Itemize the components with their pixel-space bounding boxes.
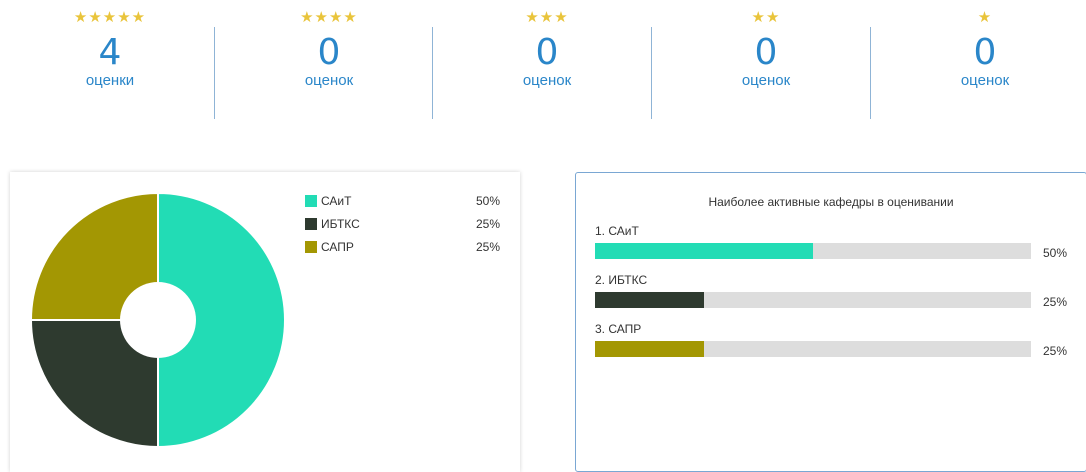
progress-fill	[595, 243, 813, 259]
bar-label: 2. ИБТКС	[595, 273, 648, 287]
legend-swatch	[305, 195, 317, 207]
bar-label: 3. САПР	[595, 322, 642, 336]
five-stars-icon: ★★★★★	[73, 9, 147, 26]
bar-label: 1. САиТ	[595, 224, 639, 238]
four-stars-icon: ★★★★	[300, 9, 358, 26]
divider	[651, 27, 652, 119]
rating-2-stars: ★★ 0 оценок	[701, 8, 831, 90]
progress-fill	[595, 292, 704, 308]
active-departments-card: Наиболее активные кафедры в оценивании 1…	[575, 172, 1086, 472]
departments-pie-card: САиТ 50% ИБТКС 25% САПР 25%	[10, 172, 520, 472]
legend-label: ИБТКС	[321, 217, 360, 231]
donut-hole	[120, 282, 196, 358]
rating-1-star: ★ 0 оценок	[920, 8, 1050, 90]
divider	[870, 27, 871, 119]
rating-count: 0	[535, 32, 559, 73]
legend-value: 25%	[475, 217, 500, 231]
legend-value: 50%	[475, 194, 500, 208]
bar-percent: 50%	[1043, 246, 1068, 260]
legend-value: 25%	[475, 240, 500, 254]
legend-swatch	[305, 241, 317, 253]
bar-item-sapr: 3. САПР 25%	[595, 322, 1075, 362]
donut-chart	[29, 191, 286, 449]
progress-track	[595, 243, 1031, 259]
rating-count: 0	[317, 32, 341, 73]
legend-swatch	[305, 218, 317, 230]
bar-item-ibtks: 2. ИБТКС 25%	[595, 273, 1075, 313]
rating-count-label: оценок	[960, 72, 1010, 89]
progress-track	[595, 292, 1031, 308]
legend-label: САПР	[321, 240, 354, 254]
rating-count-label: оценок	[304, 72, 354, 89]
rating-count-label: оценок	[522, 72, 572, 89]
rating-count: 0	[754, 32, 778, 73]
progress-track	[595, 341, 1031, 357]
rating-count: 0	[973, 32, 997, 73]
rating-summary: ★★★★★ 4 оценки ★★★★ 0 оценок ★★★ 0 оцено…	[0, 0, 1086, 130]
rating-5-stars: ★★★★★ 4 оценки	[45, 8, 175, 90]
legend-label: САиТ	[321, 194, 352, 208]
legend-item-sapr[interactable]: САПР 25%	[305, 240, 510, 263]
rating-count-label: оценки	[85, 72, 135, 89]
rating-3-stars: ★★★ 0 оценок	[482, 8, 612, 90]
divider	[432, 27, 433, 119]
card-title: Наиболее активные кафедры в оценивании	[708, 195, 954, 209]
bar-percent: 25%	[1043, 295, 1068, 309]
progress-fill	[595, 341, 704, 357]
one-star-icon: ★	[977, 9, 993, 26]
rating-count-label: оценок	[741, 72, 791, 89]
bar-item-sait: 1. САиТ 50%	[595, 224, 1075, 264]
legend-item-sait[interactable]: САиТ 50%	[305, 194, 510, 217]
rating-4-stars: ★★★★ 0 оценок	[264, 8, 394, 90]
divider	[214, 27, 215, 119]
rating-count: 4	[98, 32, 122, 73]
bar-percent: 25%	[1043, 344, 1068, 358]
three-stars-icon: ★★★	[525, 9, 569, 26]
legend-item-ibtks[interactable]: ИБТКС 25%	[305, 217, 510, 240]
pie-legend: САиТ 50% ИБТКС 25% САПР 25%	[305, 194, 510, 263]
two-stars-icon: ★★	[751, 9, 781, 26]
